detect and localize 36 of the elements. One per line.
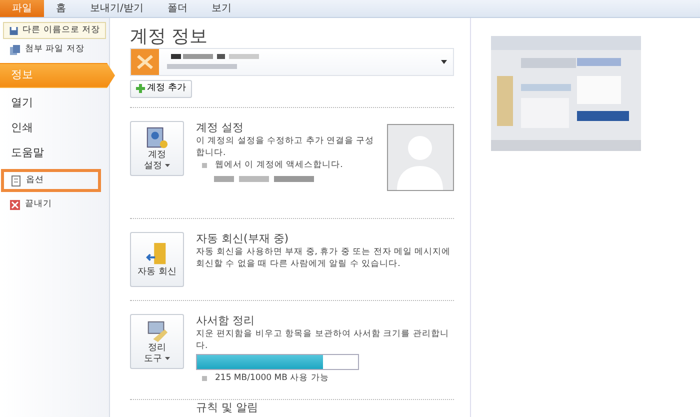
person-card-icon xyxy=(145,125,169,150)
sidebar-item[interactable]: 열기 xyxy=(0,91,109,116)
close-icon xyxy=(9,198,21,210)
sidebar-item[interactable]: 다른 이름으로 저장 xyxy=(3,22,106,39)
account-dropdown[interactable] xyxy=(130,48,454,76)
sidebar-item[interactable]: 첨부 파일 저장 xyxy=(3,41,106,58)
bullet-icon xyxy=(202,162,207,168)
storage-reading: 215 MB/1000 MB 사용 가능 xyxy=(215,372,329,384)
ribbon-tab[interactable]: 보내기/받기 xyxy=(78,0,156,17)
profile-silhouette-icon xyxy=(387,124,454,192)
bullet-icon xyxy=(202,376,207,381)
sidebar-item[interactable]: 인쇄 xyxy=(0,116,109,141)
section-title: 사서함 정리 xyxy=(196,314,256,328)
section-description: 지운 편지함을 비우고 항목을 보관하여 사서함 크기를 관리합니다. xyxy=(196,328,450,352)
sidebar-item[interactable]: 옵션 xyxy=(4,172,98,189)
section-description: 이 계정의 설정을 수정하고 추가 연결을 구성합니다. xyxy=(196,135,375,160)
sidebar-item[interactable]: 도움말 xyxy=(0,141,109,166)
ribbon-tab[interactable]: 홈 xyxy=(44,0,78,17)
account-icon xyxy=(131,49,159,75)
caret-icon xyxy=(441,60,447,64)
section-title: 계정 설정 xyxy=(196,121,244,136)
document-icon xyxy=(10,174,22,186)
sidebar-item[interactable]: 끝내기 xyxy=(3,196,106,213)
page-title: 계정 정보 xyxy=(130,26,209,48)
section-button[interactable]: 자동 회신 xyxy=(130,232,184,288)
web-access-text: 웹에서 이 계정에 액세스합니다. xyxy=(215,159,343,172)
section-title: 자동 회신(부재 중) xyxy=(196,232,290,246)
section-title: 규칙 및 알림 xyxy=(196,401,259,416)
add-account-button[interactable]: 계정 추가 xyxy=(130,80,192,98)
section-button[interactable]: 정리 도구 xyxy=(130,314,184,370)
section-description: 자동 회신을 사용하면 부재 중, 휴가 중 또는 전자 메일 메시지에 회신할 수 없을 때 다른 사람에게 알릴 수 있습니다. xyxy=(196,246,452,270)
plus-icon xyxy=(136,84,145,94)
ribbon-tab[interactable]: 보기 xyxy=(199,0,244,17)
section-button[interactable]: 계정 설정 xyxy=(130,121,184,176)
ribbon-tab[interactable]: 폴더 xyxy=(155,0,200,17)
documents-icon xyxy=(9,44,21,56)
